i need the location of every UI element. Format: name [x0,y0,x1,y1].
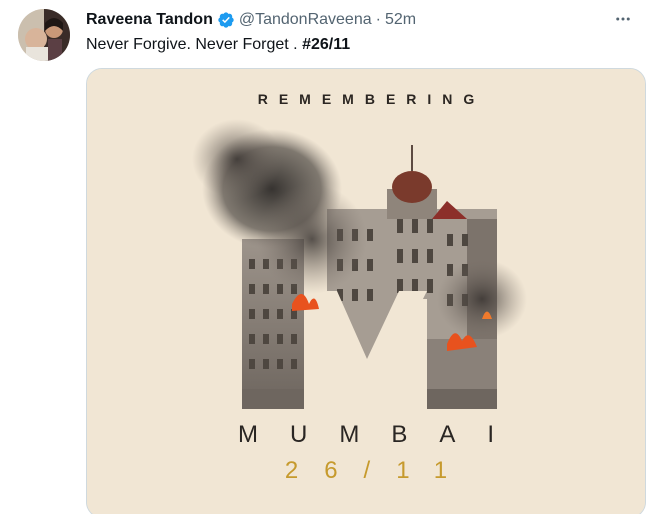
verified-badge-icon [217,11,235,29]
more-options-icon[interactable] [612,8,634,30]
tweet-header: Raveena Tandon @TandonRaveena · 52m [86,10,416,30]
header-separator: · [375,11,381,28]
tweet-text: Never Forgive. Never Forget . #26/11 [86,36,350,54]
hashtag-link[interactable]: #26/11 [302,36,350,53]
author-handle[interactable]: @TandonRaveena [239,11,372,29]
author-name[interactable]: Raveena Tandon [86,11,213,29]
poster-city: MUMBAI [238,421,526,448]
poster-date: 26/11 [284,457,474,484]
tweet-media[interactable]: REMEMBERING MUMBAI 26/11 [86,68,646,514]
profile-photo-icon [18,9,70,61]
tweet-timestamp[interactable]: 52m [385,11,416,29]
tweet: Raveena Tandon @TandonRaveena · 52m Neve… [0,0,650,514]
poster-heading: REMEMBERING [257,91,486,107]
tweet-body: Never Forgive. Never Forget . [86,36,303,53]
avatar[interactable] [18,9,70,61]
